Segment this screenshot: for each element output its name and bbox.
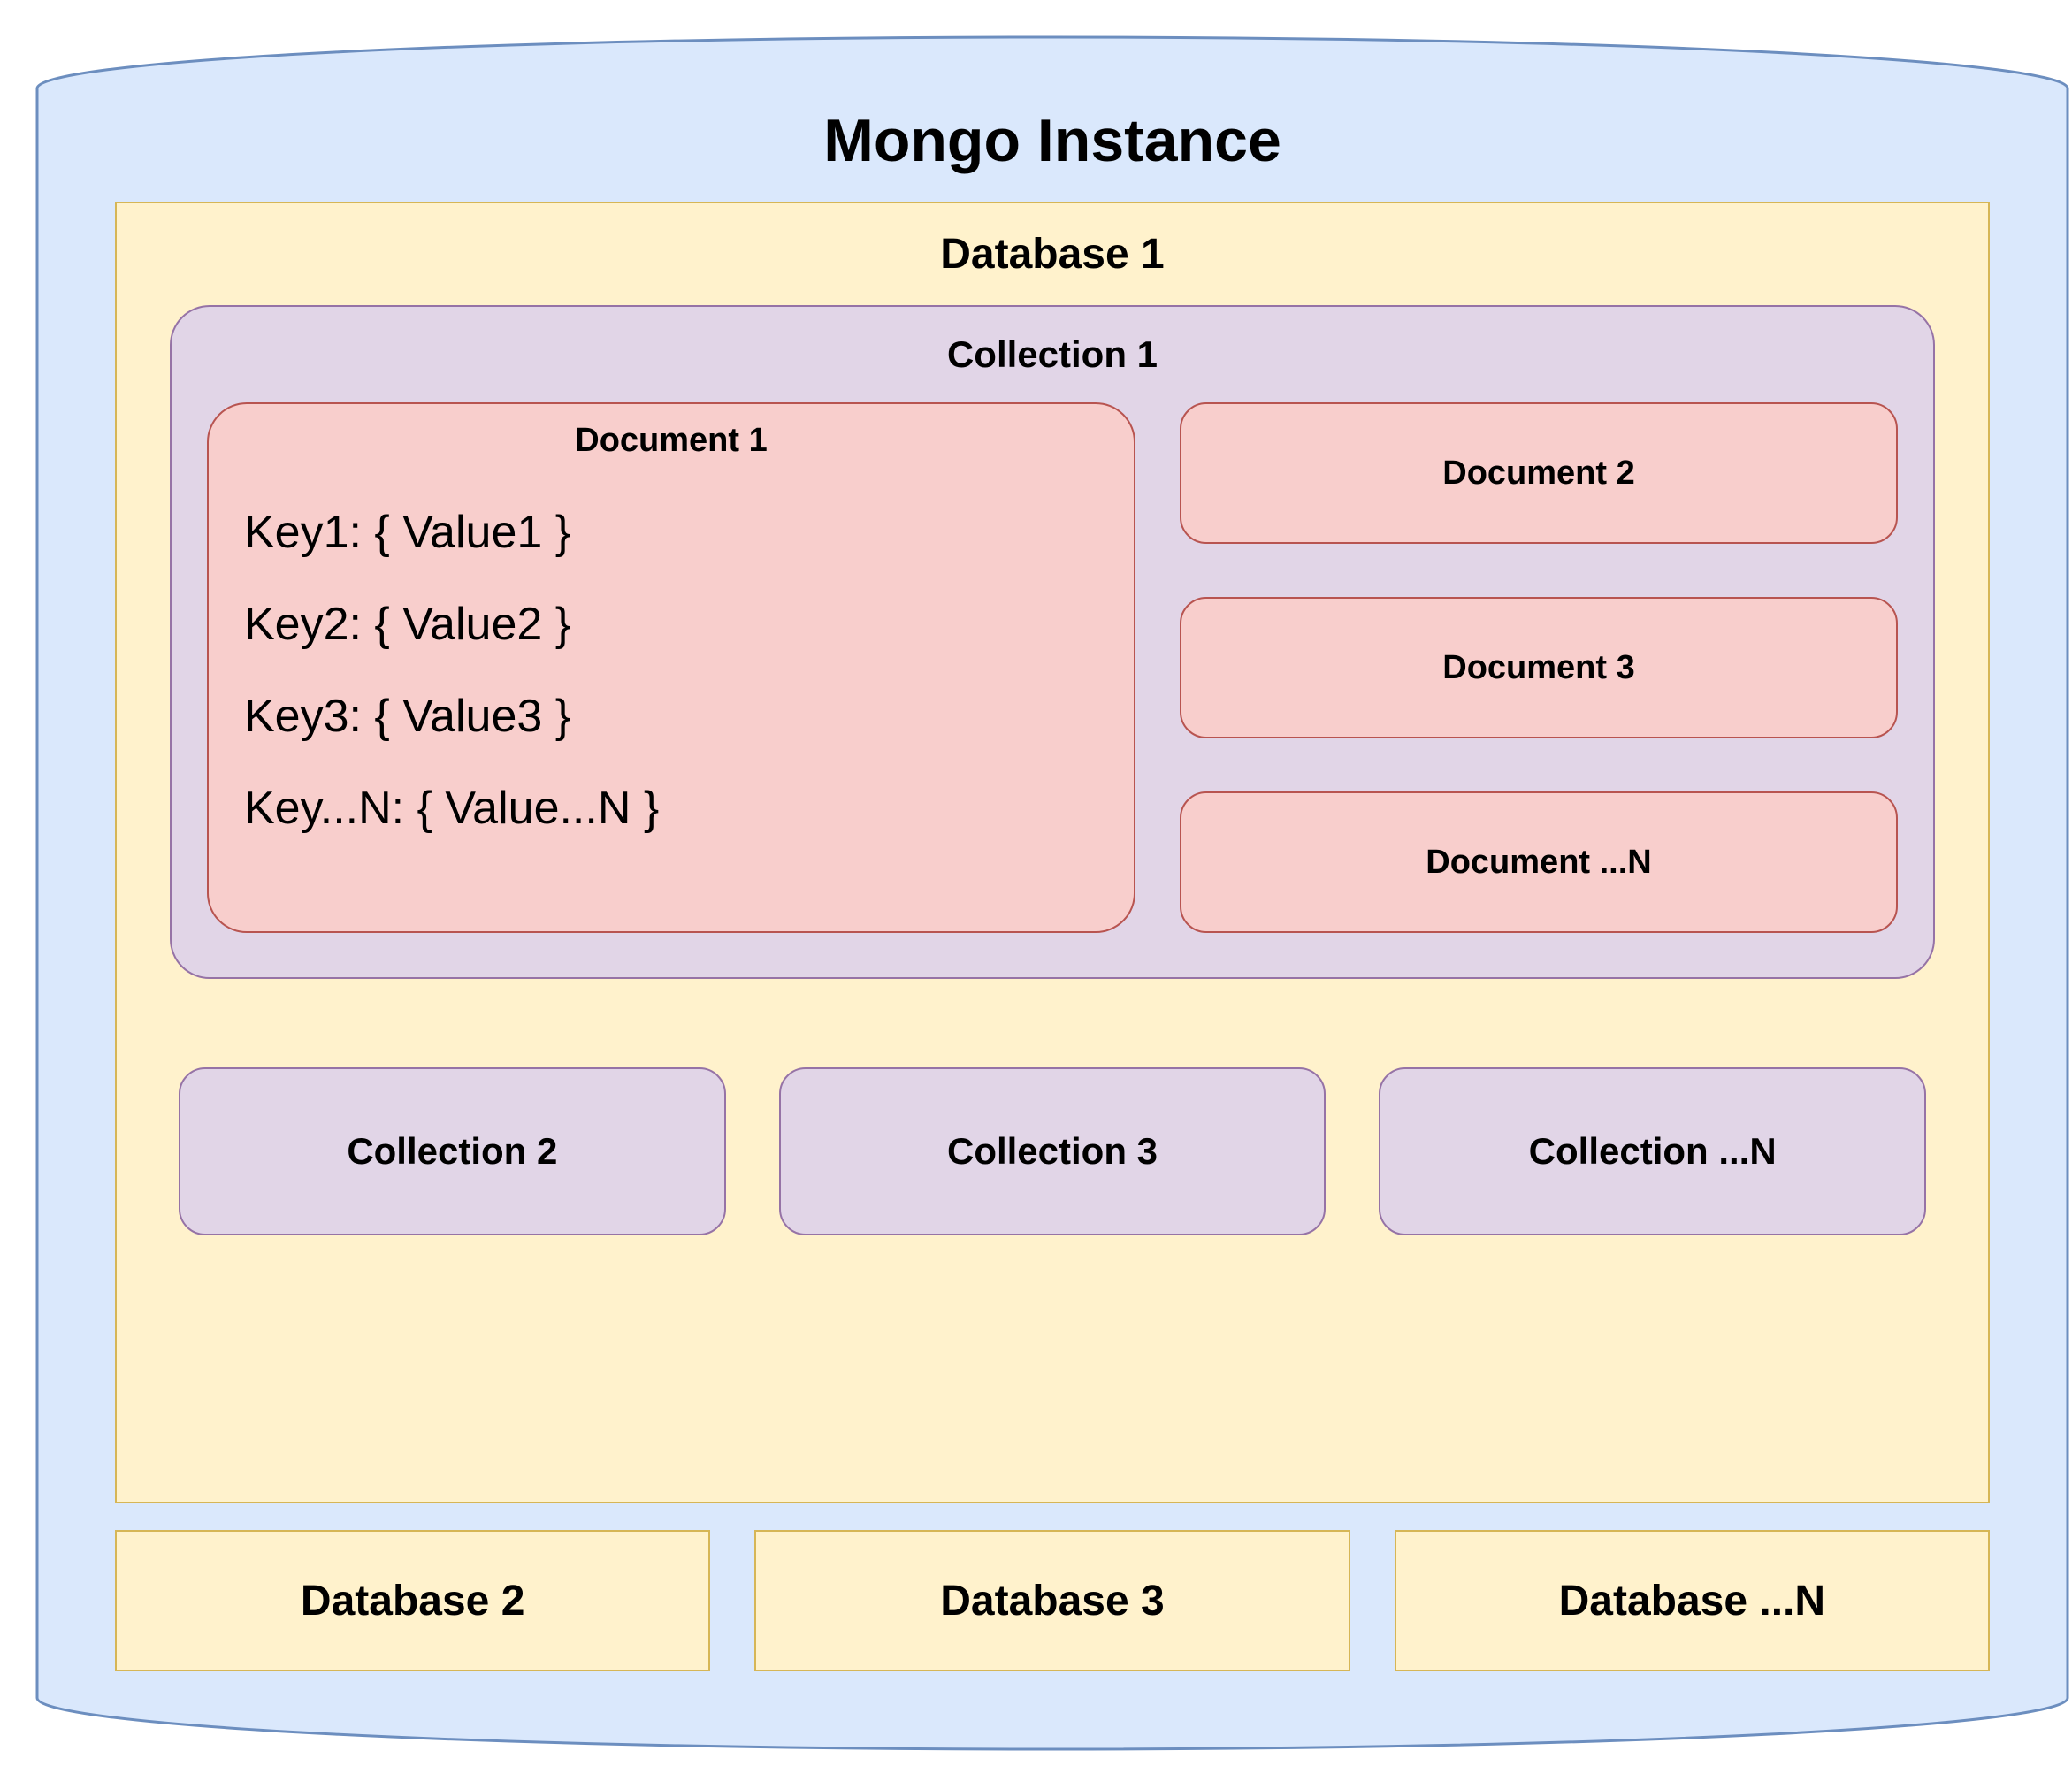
document-n-box: Document ...N [1180,791,1898,933]
document-3-box: Document 3 [1180,597,1898,738]
collection-3-box: Collection 3 [779,1067,1327,1235]
database-1-title: Database 1 [152,230,1953,279]
collection-n-box: Collection ...N [1379,1067,1926,1235]
documents-column: Document 2 Document 3 Document ...N [1180,402,1898,933]
instance-title: Mongo Instance [115,106,1990,175]
document-2-box: Document 2 [1180,402,1898,544]
key-value-pair: Key1: { Value1 } [244,506,1098,559]
database-3-box: Database 3 [754,1530,1349,1671]
databases-row: Database 2 Database 3 Database ...N [115,1530,1990,1671]
collection-1-title: Collection 1 [207,333,1898,376]
database-n-box: Database ...N [1395,1530,1990,1671]
document-1-title: Document 1 [244,422,1098,460]
database-2-box: Database 2 [115,1530,710,1671]
key-value-pair: Key...N: { Value...N } [244,782,1098,835]
collection-1-box: Collection 1 Document 1 Key1: { Value1 }… [170,305,1935,979]
documents-row: Document 1 Key1: { Value1 } Key2: { Valu… [207,402,1898,933]
diagram-canvas: Mongo Instance Database 1 Collection 1 D… [18,18,2072,1771]
mongo-instance-cylinder: Mongo Instance Database 1 Collection 1 D… [35,35,2069,1751]
collection-2-box: Collection 2 [179,1067,726,1235]
key-value-pair: Key2: { Value2 } [244,598,1098,651]
database-1-box: Database 1 Collection 1 Document 1 Key1:… [115,202,1990,1503]
document-1-box: Document 1 Key1: { Value1 } Key2: { Valu… [207,402,1135,933]
key-value-pair: Key3: { Value3 } [244,690,1098,743]
collections-row: Collection 2 Collection 3 Collection ...… [179,1067,1926,1235]
